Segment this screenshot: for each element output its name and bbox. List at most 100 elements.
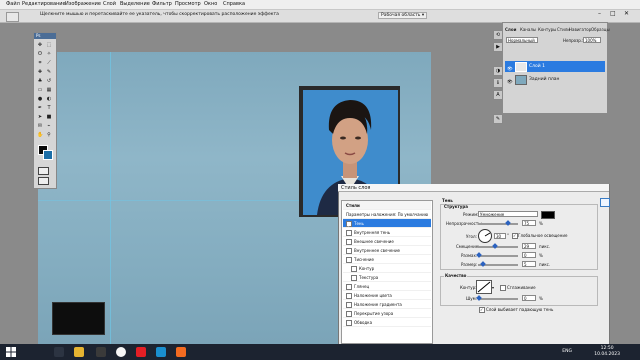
- checkbox[interactable]: [346, 320, 352, 326]
- checkbox[interactable]: [346, 302, 352, 308]
- style-gradient-overlay[interactable]: Наложение градиента: [343, 300, 431, 309]
- menu-image[interactable]: Изображение: [65, 1, 101, 7]
- maximize-icon[interactable]: □: [610, 10, 620, 19]
- zoom-icon[interactable]: ⚲: [46, 132, 52, 138]
- brush-icon[interactable]: ✎: [46, 69, 52, 75]
- knockout-checkbox[interactable]: ✓: [479, 307, 485, 313]
- menu-layer[interactable]: Слой: [103, 1, 116, 7]
- tab-navigator[interactable]: Навигатор: [569, 27, 591, 32]
- checkbox[interactable]: [346, 230, 352, 236]
- quick-mask-icon[interactable]: [38, 167, 49, 175]
- checkbox[interactable]: [346, 248, 352, 254]
- blur-icon[interactable]: ●: [37, 96, 43, 102]
- tab-styles[interactable]: Стили: [557, 27, 570, 32]
- shape-icon[interactable]: ■: [46, 114, 52, 120]
- blend-mode-select[interactable]: Нормальный: [506, 37, 538, 43]
- layer-row-1[interactable]: 👁 Слой 1: [505, 61, 605, 72]
- shadow-color-swatch[interactable]: [541, 211, 555, 219]
- guide-vertical[interactable]: [110, 52, 111, 354]
- style-drop-shadow[interactable]: ✓Тень: [343, 219, 431, 228]
- pen-icon[interactable]: ✒: [37, 105, 43, 111]
- history-brush-icon[interactable]: ↺: [46, 78, 52, 84]
- checkbox[interactable]: [346, 257, 352, 263]
- opacity-input[interactable]: 75: [522, 220, 536, 226]
- gradient-icon[interactable]: ▦: [46, 87, 52, 93]
- styles-header[interactable]: Стили: [343, 201, 431, 210]
- clock[interactable]: 12:50 10.04.2023: [594, 346, 620, 358]
- checkbox[interactable]: [346, 293, 352, 299]
- move-icon[interactable]: ✥: [37, 42, 43, 48]
- background-color-swatch[interactable]: [43, 150, 53, 160]
- windows-start-icon[interactable]: [6, 347, 16, 357]
- screen-mode-icon[interactable]: [38, 177, 49, 185]
- workspace-menu[interactable]: Рабочая область ▾: [378, 12, 428, 19]
- checkbox[interactable]: [351, 266, 357, 272]
- minimize-icon[interactable]: –: [598, 10, 608, 19]
- checkbox[interactable]: [351, 275, 357, 281]
- presentation-icon[interactable]: [176, 347, 186, 357]
- menu-edit[interactable]: Редактирование: [22, 1, 66, 7]
- menu-help[interactable]: Справка: [223, 1, 245, 7]
- type-icon[interactable]: T: [46, 105, 52, 111]
- tab-swatches[interactable]: Образцы: [591, 27, 610, 32]
- task-view-icon[interactable]: [54, 347, 64, 357]
- dialog-title[interactable]: Стиль слоя: [338, 184, 609, 192]
- size-input[interactable]: 5: [522, 261, 536, 267]
- opacity-input[interactable]: 100%: [583, 37, 601, 43]
- menu-file[interactable]: Файл: [6, 1, 20, 7]
- dodge-icon[interactable]: ◐: [46, 96, 52, 102]
- hand-icon[interactable]: ✋: [37, 132, 43, 138]
- checkbox[interactable]: [346, 284, 352, 290]
- angle-input[interactable]: 30: [494, 233, 506, 239]
- checkbox[interactable]: [346, 239, 352, 245]
- distance-slider[interactable]: [478, 246, 518, 248]
- angle-dial[interactable]: [478, 229, 492, 243]
- healing-icon[interactable]: ✚: [37, 69, 43, 75]
- menu-view[interactable]: Просмотр: [175, 1, 201, 7]
- stamp-icon[interactable]: ♣: [37, 78, 43, 84]
- style-bevel[interactable]: Тиснение: [343, 255, 431, 264]
- menu-window[interactable]: Окно: [204, 1, 217, 7]
- menu-filter[interactable]: Фильтр: [152, 1, 172, 7]
- style-stroke[interactable]: Обводка: [343, 318, 431, 327]
- browser-icon[interactable]: [116, 347, 126, 357]
- blend-mode-select[interactable]: Умножение: [478, 211, 538, 217]
- yandex-icon[interactable]: [136, 347, 146, 357]
- lasso-icon[interactable]: ʘ: [37, 51, 43, 57]
- path-select-icon[interactable]: ➤: [37, 114, 43, 120]
- contour-dropdown-icon[interactable]: ▾: [492, 285, 496, 290]
- antialias-checkbox[interactable]: [500, 285, 506, 291]
- contour-picker[interactable]: [476, 280, 492, 294]
- style-pattern-overlay[interactable]: Перекрытие узора: [343, 309, 431, 318]
- crop-icon[interactable]: ⌗: [37, 60, 43, 66]
- style-contour[interactable]: Контур: [343, 264, 431, 273]
- eraser-icon[interactable]: ▭: [37, 87, 43, 93]
- style-outer-glow[interactable]: Внешнее свечение: [343, 237, 431, 246]
- marquee-icon[interactable]: ⬚: [46, 42, 52, 48]
- photoshop-icon[interactable]: [156, 347, 166, 357]
- style-inner-glow[interactable]: Внутреннее свечение: [343, 246, 431, 255]
- ok-button[interactable]: [600, 198, 610, 207]
- magic-wand-icon[interactable]: ✧: [46, 51, 52, 57]
- eyedropper-icon[interactable]: ⌁: [46, 123, 52, 129]
- style-color-overlay[interactable]: Наложение цвета: [343, 291, 431, 300]
- tab-paths[interactable]: Контуры: [538, 27, 556, 32]
- noise-slider[interactable]: [478, 298, 518, 300]
- move-tool-icon[interactable]: [6, 12, 19, 22]
- notes-icon[interactable]: ✉: [37, 123, 43, 129]
- slice-icon[interactable]: ⟋: [46, 60, 52, 66]
- visibility-eye-icon[interactable]: 👁: [507, 77, 513, 85]
- brushes-panel-icon[interactable]: ✎: [493, 114, 503, 124]
- language-indicator[interactable]: ENG: [562, 349, 572, 354]
- style-texture[interactable]: Текстура: [343, 273, 431, 282]
- spread-slider[interactable]: [478, 255, 518, 257]
- menu-select[interactable]: Выделение: [120, 1, 150, 7]
- style-blending-options[interactable]: Параметры наложения: По умолчанию: [343, 210, 431, 219]
- tab-layers[interactable]: Слои: [505, 27, 516, 32]
- visibility-eye-icon[interactable]: 👁: [507, 64, 513, 72]
- opacity-slider[interactable]: [478, 223, 518, 225]
- tab-channels[interactable]: Каналы: [520, 27, 536, 32]
- checkbox[interactable]: [346, 311, 352, 317]
- style-satin[interactable]: Глянец: [343, 282, 431, 291]
- distance-input[interactable]: 29: [522, 243, 536, 249]
